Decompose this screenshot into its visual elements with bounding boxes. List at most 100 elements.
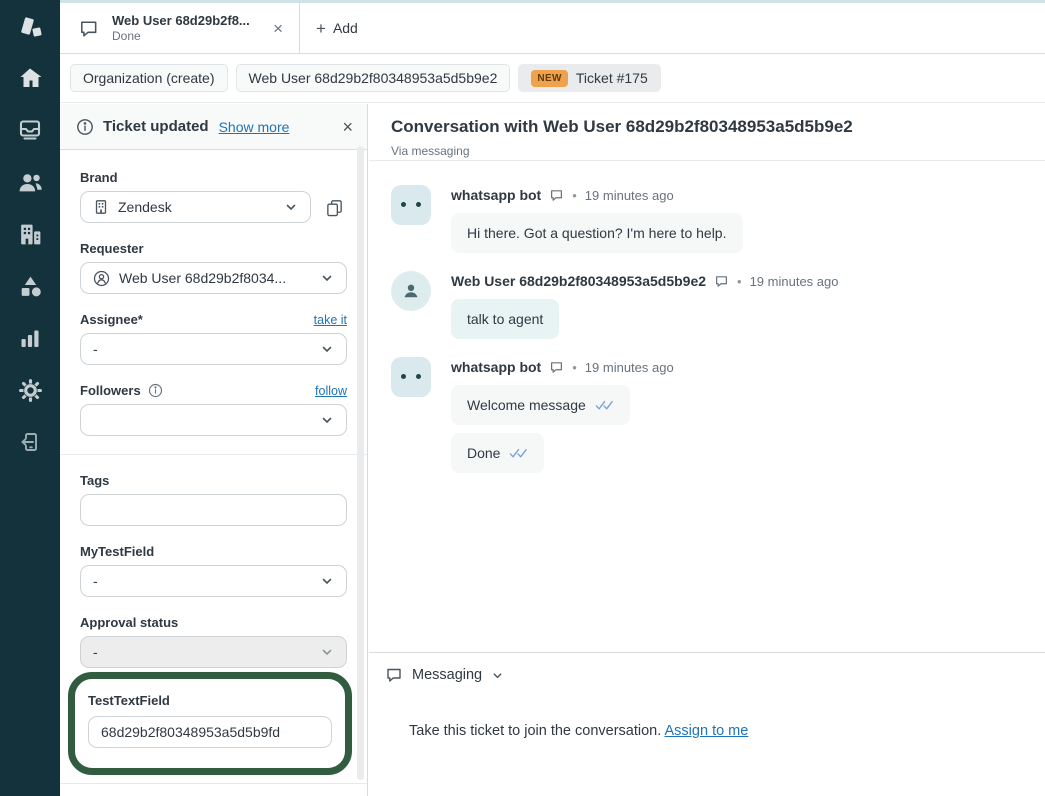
message-bubble: Hi there. Got a question? I'm here to he…	[451, 213, 743, 253]
shapes-icon[interactable]	[16, 272, 44, 300]
chevron-down-icon	[284, 200, 298, 214]
info-icon	[76, 118, 94, 136]
message-row: Web User 68d29b2f80348953a5d5b9e2 • 19 m…	[391, 271, 1023, 339]
chevron-down-icon	[320, 574, 334, 588]
delivered-double-check-icon	[509, 447, 528, 459]
tab-close-icon[interactable]: ×	[269, 18, 287, 39]
zendesk-logo-icon[interactable]	[13, 12, 47, 46]
testtextfield-label: TestTextField	[88, 693, 332, 708]
assignee-label: Assignee*	[80, 312, 143, 327]
approval-status-field: Approval status -	[80, 615, 347, 668]
mytestfield-field: MyTestField -	[80, 544, 347, 597]
message-list: whatsapp bot • 19 minutes ago Hi there. …	[369, 161, 1045, 473]
reporting-icon[interactable]	[16, 324, 44, 352]
requester-select[interactable]: Web User 68d29b2f8034...	[80, 262, 347, 294]
show-more-link[interactable]: Show more	[219, 119, 290, 135]
message-author: whatsapp bot	[451, 187, 541, 203]
breadcrumb-organization[interactable]: Organization (create)	[70, 64, 228, 92]
bot-avatar	[391, 357, 431, 397]
brand-value: Zendesk	[118, 199, 172, 215]
chevron-down-icon	[320, 645, 334, 659]
panel-section-divider	[60, 783, 367, 784]
channel-picker[interactable]: Messaging	[369, 653, 1045, 697]
message-timestamp: 19 minutes ago	[585, 360, 674, 375]
testtextfield-input[interactable]: 68d29b2f80348953a5d5b9fd	[88, 716, 332, 748]
message-bubble: Welcome message	[451, 385, 630, 425]
composer: Messaging Take this ticket to join the c…	[369, 652, 1045, 796]
testtextfield-value: 68d29b2f80348953a5d5b9fd	[101, 724, 280, 740]
brand-select[interactable]: Zendesk	[80, 191, 311, 223]
join-conversation-text: Take this ticket to join the conversatio…	[409, 723, 661, 739]
assignee-select[interactable]: -	[80, 333, 347, 365]
tags-label: Tags	[80, 473, 109, 488]
conversation-header: Conversation with Web User 68d29b2f80348…	[369, 104, 1045, 161]
conversation-channel: Via messaging	[391, 144, 1023, 158]
assignee-field: Assignee* take it -	[80, 312, 347, 365]
message-text: Done	[467, 445, 500, 461]
ticket-tab[interactable]: Web User 68d29b2f8... Done ×	[60, 3, 300, 53]
followers-select[interactable]	[80, 404, 347, 436]
views-icon[interactable]	[16, 116, 44, 144]
chevron-down-icon	[491, 669, 504, 682]
assign-to-me-link[interactable]: Assign to me	[665, 723, 749, 739]
home-icon[interactable]	[16, 64, 44, 92]
meta-separator: •	[572, 360, 577, 375]
add-tab-button[interactable]: + Add	[300, 3, 374, 53]
message-row: whatsapp bot • 19 minutes ago Hi there. …	[391, 185, 1023, 253]
panel-scrollbar[interactable]	[357, 146, 364, 780]
chevron-down-icon	[320, 271, 334, 285]
message-bubble: talk to agent	[451, 299, 559, 339]
follow-link[interactable]: follow	[315, 384, 347, 398]
copy-icon[interactable]	[321, 194, 347, 220]
mytestfield-value: -	[93, 573, 98, 589]
user-avatar	[391, 271, 431, 311]
message-timestamp: 19 minutes ago	[585, 188, 674, 203]
conversation-title: Conversation with Web User 68d29b2f80348…	[391, 117, 1023, 137]
alert-close-icon[interactable]: ×	[342, 118, 353, 136]
message-author: whatsapp bot	[451, 359, 541, 375]
ticket-tab-bar: Web User 68d29b2f8... Done × + Add	[60, 3, 1045, 54]
breadcrumb-ticket[interactable]: NEW Ticket #175	[518, 64, 660, 92]
take-it-link[interactable]: take it	[314, 313, 347, 327]
requester-field: Requester Web User 68d29b2f8034...	[80, 241, 347, 294]
message-text: talk to agent	[467, 311, 543, 327]
followers-field: Followers follow	[80, 383, 347, 436]
brand-field: Brand Zendesk	[80, 170, 347, 223]
add-tab-label: Add	[333, 20, 358, 36]
mytestfield-label: MyTestField	[80, 544, 154, 559]
assignee-value: -	[93, 341, 98, 357]
meta-separator: •	[572, 188, 577, 203]
message-bubble: Done	[451, 433, 544, 473]
message-author: Web User 68d29b2f80348953a5d5b9e2	[451, 273, 706, 289]
alert-title: Ticket updated	[103, 118, 209, 135]
channel-bubble-icon	[714, 274, 729, 289]
message-text: Welcome message	[467, 397, 586, 413]
app-nav-rail	[0, 0, 60, 796]
join-conversation-footer: Take this ticket to join the conversatio…	[369, 723, 1045, 739]
ticket-properties-panel: Ticket updated Show more × Brand	[60, 104, 368, 796]
messaging-bubble-icon	[385, 666, 403, 684]
message-timestamp: 19 minutes ago	[750, 274, 839, 289]
message-text: Hi there. Got a question? I'm here to he…	[467, 225, 727, 241]
chevron-down-icon	[320, 413, 334, 427]
chevron-down-icon	[320, 342, 334, 356]
followers-label: Followers	[80, 383, 141, 398]
breadcrumb-user[interactable]: Web User 68d29b2f80348953a5d5b9e2	[236, 64, 511, 92]
approval-status-select[interactable]: -	[80, 636, 347, 668]
mobile-exit-icon[interactable]	[16, 428, 44, 456]
followers-info-icon[interactable]	[148, 383, 163, 398]
approval-status-label: Approval status	[80, 615, 178, 630]
testtextfield-highlight-annotation: TestTextField 68d29b2f80348953a5d5b9fd	[68, 672, 352, 775]
channel-bubble-icon	[549, 360, 564, 375]
tags-input[interactable]	[80, 494, 347, 526]
person-circle-icon	[93, 270, 110, 287]
meta-separator: •	[737, 274, 742, 289]
customers-icon[interactable]	[16, 168, 44, 196]
delivered-double-check-icon	[595, 399, 614, 411]
brand-label: Brand	[80, 170, 118, 185]
breadcrumb: Organization (create) Web User 68d29b2f8…	[60, 54, 1045, 103]
admin-gear-icon[interactable]	[16, 376, 44, 404]
mytestfield-select[interactable]: -	[80, 565, 347, 597]
organizations-icon[interactable]	[16, 220, 44, 248]
tags-field: Tags	[80, 473, 347, 526]
